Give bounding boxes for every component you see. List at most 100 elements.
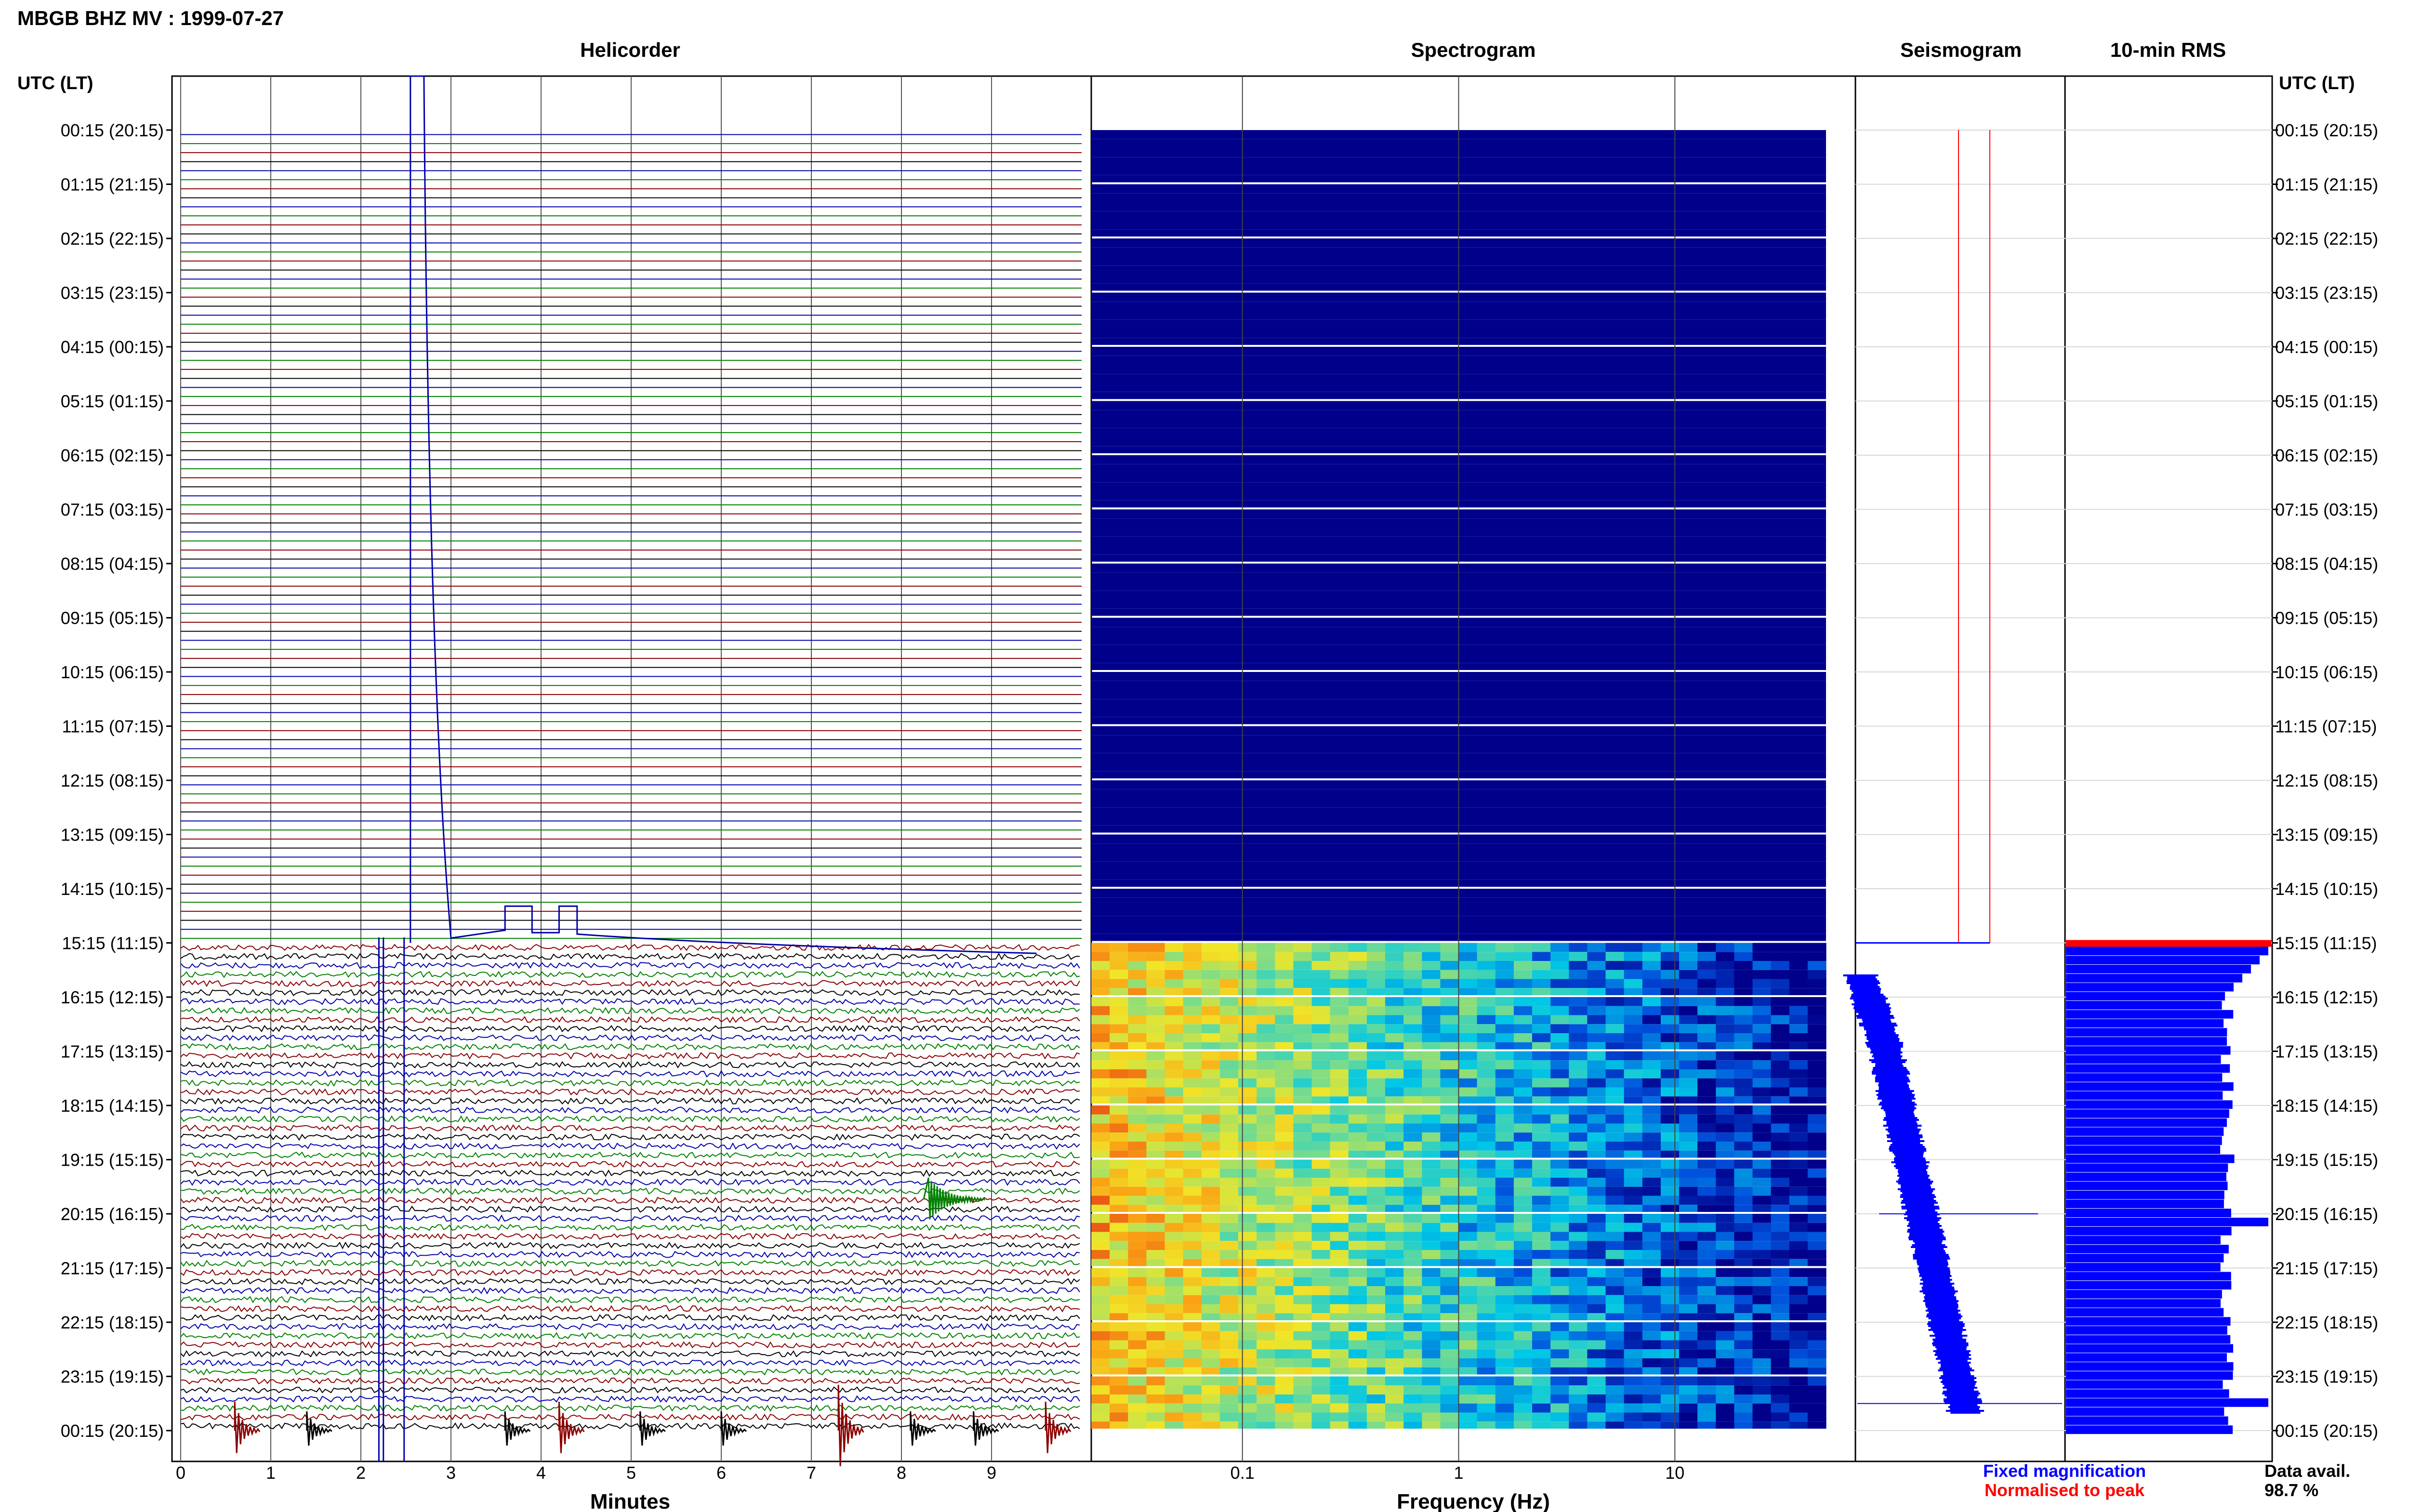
- spectrogram-cell: [1771, 1069, 1790, 1078]
- spectrogram-cell: [1146, 961, 1165, 970]
- spectrogram-cell: [1183, 1277, 1202, 1286]
- spectrogram-cell: [1183, 1015, 1202, 1025]
- spectrogram-cell: [1257, 1078, 1275, 1088]
- trace-row-active: [180, 1223, 1080, 1232]
- spectrogram-cell: [1348, 988, 1367, 995]
- spectrogram-cell: [1624, 1250, 1643, 1259]
- spectrogram-cell: [1569, 1376, 1588, 1386]
- spectrogram-cell: [1734, 1385, 1753, 1394]
- spectrogram-cell: [1385, 1087, 1404, 1097]
- spectrogram-cell: [1532, 1069, 1551, 1078]
- rms-bar: [2066, 1064, 2230, 1073]
- spectrogram-cell: [1165, 1006, 1184, 1015]
- spectrogram-cell: [1219, 1358, 1239, 1367]
- spectrogram-cell: [1513, 1060, 1533, 1069]
- spectrogram-cell: [1238, 1367, 1257, 1375]
- spectrogram-cell: [1734, 1006, 1753, 1015]
- spectrogram-cell: [1807, 1214, 1827, 1223]
- spectrogram-cell: [1513, 1051, 1533, 1061]
- spectrogram-cell: [1091, 1105, 1110, 1115]
- spectrogram-cell: [1642, 1376, 1661, 1386]
- spectrogram-cell: [1807, 1006, 1827, 1015]
- spectrogram-cell: [1495, 1051, 1514, 1061]
- spectrogram-cell: [1311, 1376, 1331, 1386]
- spectrogram-cell: [1403, 1403, 1422, 1413]
- spectrogram-cell: [1422, 1096, 1441, 1104]
- spectrogram-cell: [1495, 1169, 1514, 1178]
- spectrogram-cell: [1624, 1042, 1643, 1050]
- spectrogram-cell: [1348, 1349, 1367, 1358]
- spectrogram-cell: [1697, 1223, 1716, 1232]
- spectrogram-cell: [1697, 1150, 1716, 1158]
- rms-bar: [2066, 1326, 2227, 1335]
- spectrogram-cell: [1458, 1196, 1478, 1205]
- spectrogram-cell: [1183, 1178, 1202, 1187]
- spectrogram-cell: [1201, 1322, 1220, 1331]
- time-tick-left: 14:15 (10:15): [61, 879, 164, 899]
- spectrogram-cell: [1403, 1205, 1422, 1212]
- spectrogram-cell: [1422, 1069, 1441, 1078]
- spectrogram-cell: [1789, 1358, 1808, 1367]
- spectrogram-cell: [1275, 1186, 1294, 1196]
- spectrogram-cell: [1458, 1385, 1478, 1394]
- spectrogram-cell: [1311, 1033, 1331, 1042]
- spectrogram-cell: [1679, 1421, 1698, 1429]
- spectrogram-cell: [1385, 1421, 1404, 1429]
- spectrogram-cell: [1238, 1006, 1257, 1015]
- spectrogram-cell: [1440, 1114, 1459, 1124]
- spectrogram-cell: [1440, 1142, 1459, 1151]
- spectrogram-cell: [1275, 1385, 1294, 1394]
- spectrogram-cell: [1201, 1241, 1220, 1250]
- spectrogram-cell: [1697, 1331, 1716, 1341]
- spectrogram-cell: [1789, 1123, 1808, 1133]
- spectrogram-cell: [1440, 1403, 1459, 1413]
- spectrogram-cell: [1495, 1322, 1514, 1331]
- spectrogram-cell: [1183, 1340, 1202, 1350]
- spectrogram-cell: [1128, 1096, 1147, 1104]
- time-tick-left: 07:15 (03:15): [61, 500, 164, 520]
- spectrogram-cell: [1219, 1178, 1239, 1187]
- spectrogram-cell: [1532, 1295, 1551, 1304]
- spectrogram-cell: [1679, 1322, 1698, 1331]
- spectrogram-cell: [1440, 1132, 1459, 1142]
- spectrogram-cell: [1366, 1196, 1386, 1205]
- spectrogram-cell: [1238, 1042, 1257, 1050]
- spectrogram-cell: [1275, 1367, 1294, 1375]
- spectrogram-cell: [1440, 1123, 1459, 1133]
- spectrogram-cell: [1110, 1376, 1128, 1386]
- spectrogram-cell: [1311, 1142, 1331, 1151]
- spectrogram-cell: [1569, 1096, 1588, 1104]
- spectrogram-cell: [1128, 1403, 1147, 1413]
- spectrogram-cell: [1440, 1421, 1459, 1429]
- spectrogram-cell: [1348, 1268, 1367, 1277]
- spectrogram-cell: [1275, 1024, 1294, 1033]
- spectrogram-cell: [1660, 1295, 1680, 1304]
- spectrogram-cell: [1219, 1060, 1239, 1069]
- data-availability-label: Data avail.: [2264, 1461, 2350, 1481]
- spectrogram-cell: [1219, 1367, 1239, 1375]
- spectrogram-cell: [1458, 1304, 1478, 1314]
- spectrogram-cell: [1716, 1142, 1734, 1151]
- spectrogram-cell: [1550, 1114, 1569, 1124]
- spectrogram-cell: [1605, 1042, 1625, 1050]
- spectrogram-cell: [1587, 1394, 1606, 1404]
- spectrogram-cell: [1734, 1268, 1753, 1277]
- spectrogram-cell: [1110, 1331, 1128, 1341]
- spectrogram-cell: [1385, 1169, 1404, 1178]
- spectrogram-cell: [1403, 1069, 1422, 1078]
- spectrogram-cell: [1513, 1412, 1533, 1422]
- spectrogram-cell: [1587, 1412, 1606, 1422]
- spectrogram-cell: [1569, 1367, 1588, 1375]
- spectrogram-cell: [1403, 1024, 1422, 1033]
- spectrogram-cell: [1201, 943, 1220, 952]
- spectrogram-cell: [1110, 1304, 1128, 1314]
- spectrogram-cell: [1165, 1051, 1184, 1061]
- spectrogram-cell: [1587, 1421, 1606, 1429]
- spectrogram-cell: [1679, 943, 1698, 952]
- spectrogram-cell: [1183, 1069, 1202, 1078]
- trace-row-active: [180, 1169, 1080, 1177]
- spectrogram-cell: [1789, 1412, 1808, 1422]
- spectrogram-cell: [1385, 1313, 1404, 1320]
- spectrogram-cell: [1257, 1286, 1275, 1295]
- spectrogram-cell: [1771, 1358, 1790, 1367]
